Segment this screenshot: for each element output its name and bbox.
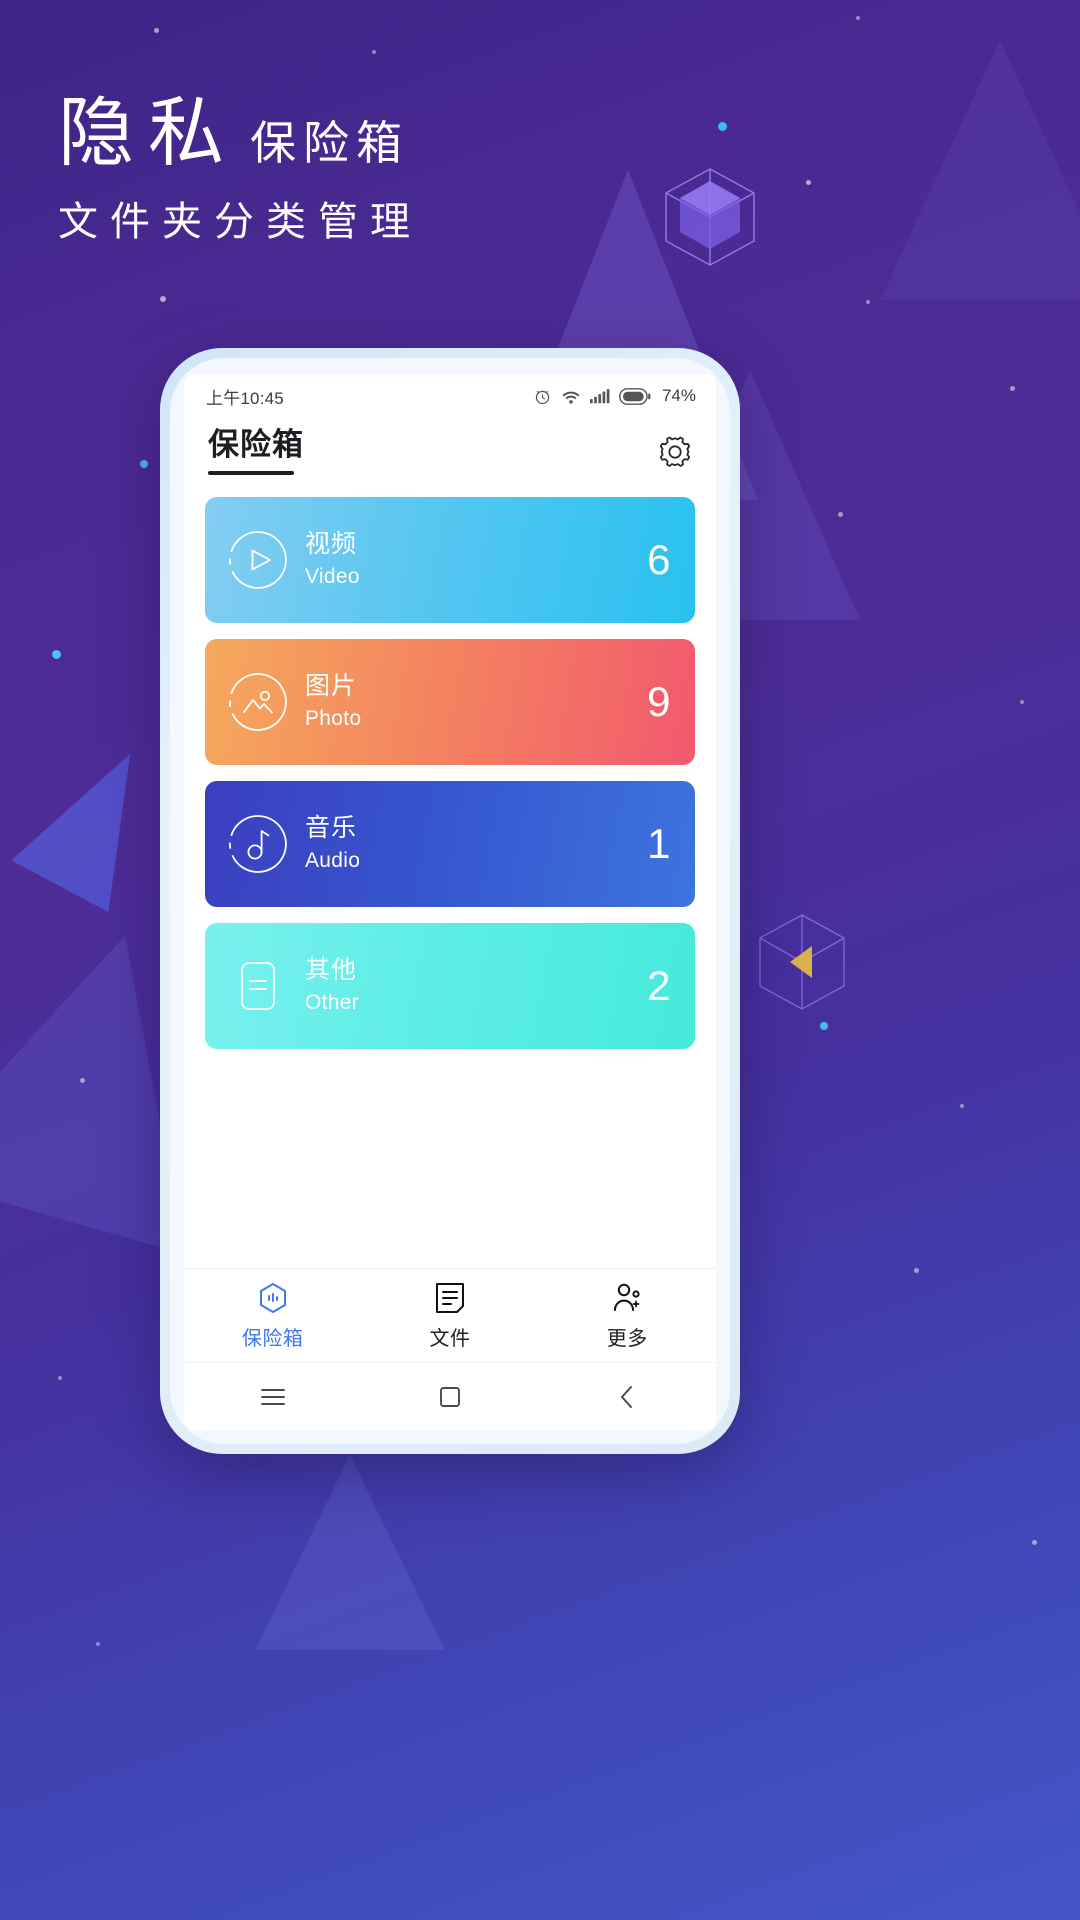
tab-label: 更多 [606,1327,648,1350]
phone-mockup: 上午10:45 74% 保险箱 视频 Video 6 图片 Photo 9 音乐… [160,348,740,1454]
category-count: 2 [647,961,671,1009]
decor-star [58,1376,62,1380]
bottom-tab-bar: 保险箱 文件 更多 [184,1268,716,1362]
category-name: 视频 [305,530,358,559]
category-count: 1 [647,819,671,867]
decor-triangle-top-right [880,40,1080,300]
category-card-photo[interactable]: 图片 Photo 9 [205,638,695,765]
category-count: 9 [647,677,671,725]
tab-more[interactable]: 更多 [539,1281,716,1351]
banner-headline-main: 隐私 [58,91,238,176]
category-subname: Other [305,990,360,1014]
decor-star [80,1078,85,1083]
category-name: 图片 [305,672,358,701]
status-bar: 上午10:45 74% [184,374,716,418]
category-card-text: 其他 Other [305,955,359,1016]
decor-star [1010,386,1015,391]
category-card-text: 图片 Photo [305,671,361,732]
more-dots-icon [610,1281,644,1315]
category-subname: Video [305,564,360,588]
decor-star [960,1104,964,1108]
alarm-clock-icon [533,387,552,406]
decor-cube-icon [662,165,758,269]
recents-menu-icon[interactable] [184,1387,361,1407]
category-card-other[interactable]: 其他 Other 2 [205,922,695,1049]
cellular-signal-icon [589,388,610,404]
decor-star [140,460,148,468]
decor-star [820,1022,828,1030]
page-title-block: 保险箱 [208,427,304,475]
category-card-audio[interactable]: 音乐 Audio 1 [205,780,695,907]
decor-star [1020,700,1024,704]
decor-triangle-bottom [255,1455,445,1650]
category-card-list: 视频 Video 6 图片 Photo 9 音乐 Audio 1 其他 Othe… [184,475,716,1065]
play-circle-icon [227,529,289,591]
category-card-text: 视频 Video [305,529,360,590]
decor-star [718,122,727,131]
category-name: 其他 [305,956,358,985]
wifi-icon [561,388,581,405]
phone-bezel: 上午10:45 74% 保险箱 视频 Video 6 图片 Photo 9 音乐… [170,358,730,1444]
category-card-text: 音乐 Audio [305,813,360,874]
decor-star [1032,1540,1037,1545]
decor-star [52,650,61,659]
home-square-icon[interactable] [361,1385,538,1409]
shield-vault-icon [256,1281,290,1315]
decor-cube-play-icon [756,912,848,1012]
back-chevron-icon[interactable] [539,1384,716,1410]
file-lines-icon [434,1281,466,1315]
category-subname: Photo [305,706,362,730]
document-icon [227,955,289,1017]
tab-files[interactable]: 文件 [361,1281,538,1351]
banner-headline-sub: 保险箱 [250,117,409,169]
phone-screen: 上午10:45 74% 保险箱 视频 Video 6 图片 Photo 9 音乐… [184,374,716,1430]
status-bar-icons: 74% [533,386,696,406]
decor-star [914,1268,919,1273]
page-title: 保险箱 [208,427,304,462]
decor-star [838,512,843,517]
gear-icon[interactable] [656,433,694,471]
battery-percent-label: 74% [661,386,696,405]
decor-star [806,180,811,185]
decor-star [160,296,166,302]
decor-star [154,28,159,33]
decor-triangle-left-blue [11,727,179,913]
tab-vault[interactable]: 保险箱 [184,1281,361,1351]
decor-star [866,300,870,304]
banner-subtitle: 文件夹分类管理 [58,200,422,244]
tab-label: 文件 [429,1327,471,1350]
music-note-circle-icon [227,813,289,875]
tab-label: 保险箱 [241,1327,304,1350]
image-circle-icon [227,671,289,733]
decor-star [96,1642,100,1646]
category-count: 6 [647,535,671,583]
banner-headline: 隐私 保险箱 [58,96,422,172]
category-name: 音乐 [305,814,358,843]
decor-star [856,16,860,20]
android-nav-bar [184,1362,716,1430]
battery-icon [619,387,651,405]
status-bar-time: 上午10:45 [206,388,284,408]
category-card-video[interactable]: 视频 Video 6 [205,496,695,623]
banner-headline-block: 隐私 保险箱 文件夹分类管理 [58,96,422,244]
category-subname: Audio [305,848,361,872]
decor-star [372,50,376,54]
app-header: 保险箱 [184,418,716,475]
